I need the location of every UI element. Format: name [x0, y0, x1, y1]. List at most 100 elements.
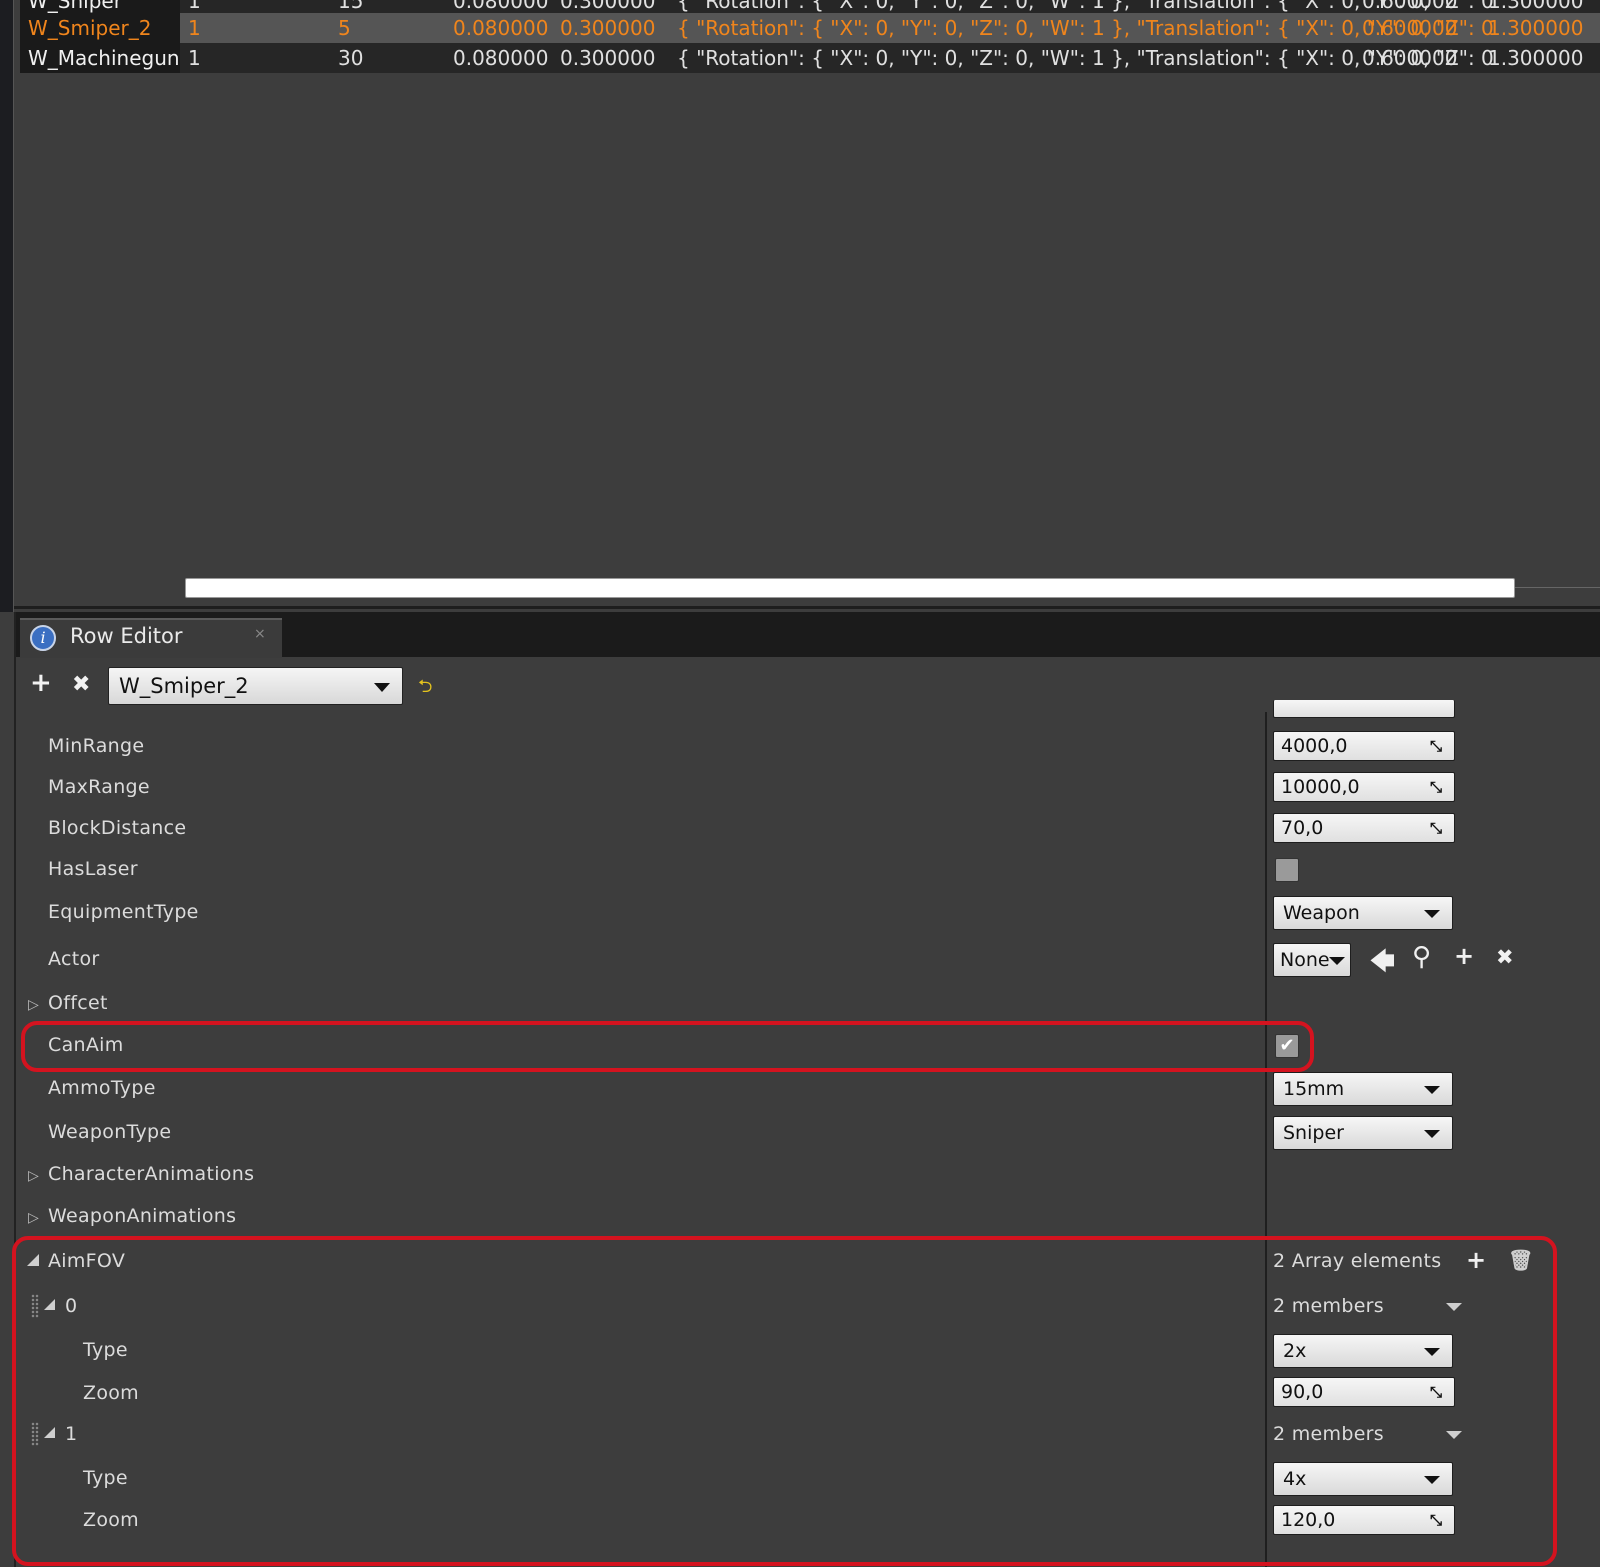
prop-label-actor: Actor [48, 948, 100, 970]
prop-label-minrange: MinRange [48, 735, 145, 757]
trash-icon[interactable]: 🗑 [1508, 1248, 1533, 1272]
aimfov-type-dropdown[interactable]: 4x [1273, 1462, 1453, 1496]
minrange-field[interactable]: 4000,0 ⤡ [1273, 731, 1455, 761]
maxrange-field[interactable]: 10000,0 ⤡ [1273, 772, 1455, 802]
row-name: W_Machinegun [20, 43, 180, 73]
aimfov-zoom-value: 120,0 [1281, 1509, 1336, 1531]
prop-label-weapontype: WeaponType [48, 1121, 172, 1143]
clipped-field [1273, 700, 1455, 718]
expand-arrow-icon[interactable]: ▷ [28, 997, 39, 1013]
chevron-down-icon[interactable] [1446, 1431, 1462, 1439]
add-row-icon[interactable]: + [30, 668, 52, 698]
minrange-value: 4000,0 [1281, 735, 1348, 757]
equipmenttype-value: Weapon [1283, 902, 1360, 924]
members-summary: 2 members [1273, 1423, 1384, 1445]
prop-label-haslaser: HasLaser [48, 858, 138, 880]
panel-edge [14, 612, 16, 1567]
array-index: 1 [65, 1423, 78, 1445]
table-cell: 30 [338, 46, 364, 70]
drag-handle-icon[interactable] [31, 1294, 39, 1318]
spin-arrows-icon: ⤡ [1430, 819, 1443, 837]
chevron-down-icon [1424, 1086, 1440, 1094]
chevron-down-icon [374, 683, 390, 692]
spin-arrows-icon: ⤡ [1430, 737, 1443, 755]
maxrange-value: 10000,0 [1281, 776, 1360, 798]
table-cell: 0.080000 [453, 46, 549, 70]
canaim-checkbox[interactable]: ✔ [1275, 1034, 1299, 1058]
aimfov-type-dropdown[interactable]: 2x [1273, 1334, 1453, 1368]
aimfov-zoom-field[interactable]: 90,0 ⤡ [1273, 1377, 1455, 1407]
table-cell: 1 [188, 16, 201, 40]
table-cell: 5 [338, 16, 351, 40]
collapse-arrow-icon[interactable] [44, 1299, 55, 1310]
weapontype-value: Sniper [1283, 1122, 1344, 1144]
prop-label-type: Type [83, 1339, 128, 1361]
chevron-down-icon [1329, 957, 1345, 965]
left-strip [0, 0, 14, 612]
haslaser-checkbox[interactable] [1275, 858, 1299, 882]
chevron-down-icon [1424, 910, 1440, 918]
equipmenttype-dropdown[interactable]: Weapon [1273, 896, 1453, 930]
spin-arrows-icon: ⤡ [1430, 778, 1443, 796]
aimfov-zoom-value: 90,0 [1281, 1381, 1324, 1403]
row-name: W_Smiper_2 [20, 13, 180, 43]
prop-label-blockdistance: BlockDistance [48, 817, 187, 839]
info-icon: i [30, 625, 56, 651]
expand-arrow-icon[interactable]: ▷ [28, 1168, 39, 1184]
table-cell: 0.080000 [453, 16, 549, 40]
collapse-arrow-icon[interactable] [44, 1427, 55, 1438]
data-table [0, 0, 1600, 612]
prop-label-type: Type [83, 1467, 128, 1489]
prop-label-characteranimations: CharacterAnimations [48, 1163, 255, 1185]
checkmark-icon: ✔ [1279, 1035, 1295, 1056]
collapse-arrow-icon[interactable] [27, 1254, 39, 1266]
expand-arrow-icon[interactable]: ▷ [28, 1210, 39, 1226]
drag-handle-icon[interactable] [31, 1422, 39, 1446]
aimfov-zoom-field[interactable]: 120,0 ⤡ [1273, 1505, 1455, 1535]
splitter[interactable] [14, 606, 1600, 609]
prop-label-maxrange: MaxRange [48, 776, 150, 798]
prop-label-aimfov: AimFOV [48, 1250, 126, 1272]
chevron-down-icon [1424, 1348, 1440, 1356]
chevron-down-icon[interactable] [1446, 1303, 1462, 1311]
tab-label: Row Editor [70, 624, 183, 648]
add-actor-icon[interactable]: + [1454, 942, 1474, 970]
prop-label-offcet: Offcet [48, 992, 108, 1014]
table-cell: 0.600000 [1362, 16, 1458, 40]
clear-actor-icon[interactable]: ✖ [1496, 945, 1514, 969]
table-row-selected[interactable]: W_Smiper_2 1 5 0.080000 0.300000 { "Rota… [20, 13, 1600, 43]
table-cell: 1.300000 [1488, 46, 1584, 70]
scrollbar-track [1515, 587, 1600, 588]
spin-arrows-icon: ⤡ [1430, 1383, 1443, 1401]
column-splitter[interactable] [1265, 712, 1267, 1567]
horizontal-scrollbar[interactable] [185, 578, 1515, 598]
prop-label-weaponanimations: WeaponAnimations [48, 1205, 237, 1227]
table-cell: 0.300000 [560, 46, 656, 70]
array-index: 0 [65, 1295, 78, 1317]
chevron-down-icon [1424, 1476, 1440, 1484]
prop-label-zoom: Zoom [83, 1509, 139, 1531]
add-element-icon[interactable]: + [1466, 1246, 1486, 1274]
use-selected-arrow-icon[interactable]: 🡄 [1370, 944, 1395, 985]
aimfov-type-value: 4x [1283, 1468, 1307, 1490]
blockdistance-value: 70,0 [1281, 817, 1324, 839]
table-cell: 1.300000 [1488, 16, 1584, 40]
close-icon[interactable]: × [254, 626, 266, 642]
blockdistance-field[interactable]: 70,0 ⤡ [1273, 813, 1455, 843]
tab-row-editor[interactable]: i Row Editor × [20, 618, 282, 658]
row-selector-dropdown[interactable]: W_Smiper_2 [108, 667, 403, 705]
browse-search-icon[interactable]: ⚲ [1412, 942, 1431, 972]
ammotype-dropdown[interactable]: 15mm [1273, 1072, 1453, 1106]
members-summary: 2 members [1273, 1295, 1384, 1317]
aimfov-type-value: 2x [1283, 1340, 1307, 1362]
aimfov-array-summary: 2 Array elements [1273, 1250, 1442, 1272]
reset-to-default-icon[interactable]: ⮌ [418, 674, 432, 704]
table-row[interactable]: W_Machinegun 1 30 0.080000 0.300000 { "R… [20, 43, 1600, 73]
table-cell: 1 [188, 46, 201, 70]
prop-label-equipmenttype: EquipmentType [48, 901, 199, 923]
weapontype-dropdown[interactable]: Sniper [1273, 1116, 1453, 1150]
remove-row-icon[interactable]: ✖ [72, 672, 90, 697]
actor-dropdown[interactable]: None [1273, 943, 1351, 977]
actor-value: None [1280, 949, 1330, 971]
prop-label-canaim: CanAim [48, 1034, 124, 1056]
